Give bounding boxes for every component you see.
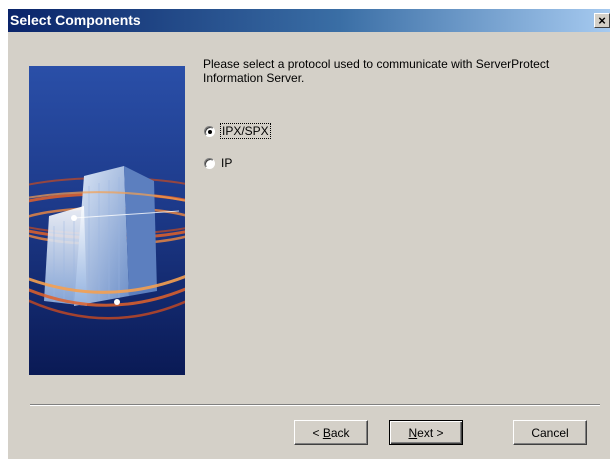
radio-ipx-spx[interactable]: IPX/SPX	[204, 122, 271, 140]
back-button[interactable]: < Back	[294, 420, 368, 445]
close-icon: ×	[598, 13, 606, 28]
title-bar[interactable]: Select Components ×	[8, 9, 610, 32]
back-accel: B	[322, 425, 331, 440]
next-accel: N	[408, 425, 418, 440]
buildings-swirl-illustration	[29, 66, 185, 375]
radio-ip[interactable]: IP	[204, 154, 232, 172]
radio-label-ipx-spx[interactable]: IPX/SPX	[220, 123, 271, 139]
cancel-button[interactable]: Cancel	[513, 420, 587, 445]
back-prefix: <	[312, 425, 323, 440]
next-button[interactable]: Next >	[389, 420, 463, 445]
window-title: Select Components	[10, 12, 141, 28]
next-rest: ext >	[417, 425, 444, 440]
dialog-window: Select Components × Please select a prot…	[8, 9, 610, 459]
back-rest: ack	[330, 425, 350, 440]
protocol-prompt: Please select a protocol used to communi…	[203, 57, 550, 85]
wizard-banner-image	[29, 66, 185, 375]
separator	[30, 404, 600, 406]
close-button[interactable]: ×	[594, 13, 610, 28]
radio-label-ip[interactable]: IP	[221, 156, 232, 170]
radio-button[interactable]	[204, 157, 215, 169]
cancel-label: Cancel	[531, 425, 569, 440]
radio-dot	[208, 129, 212, 134]
radio-button[interactable]	[204, 125, 215, 137]
